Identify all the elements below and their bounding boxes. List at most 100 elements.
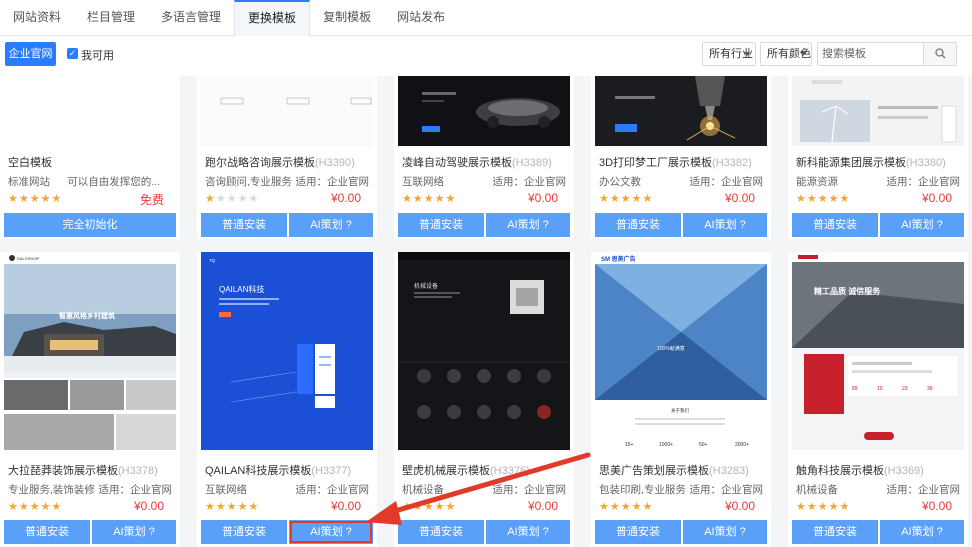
ai-plan-button[interactable]: AI策划 ? <box>880 520 964 544</box>
template-fit: 适用：企业官网 <box>98 484 173 496</box>
company-site-button[interactable]: 企业官网 <box>5 42 56 66</box>
template-name: 思美广告策划展示模板(H3283) <box>599 465 749 477</box>
thumbnail-graphic <box>792 76 964 146</box>
thumbnail-graphic: 机械设备 <box>398 252 570 450</box>
normal-install-button[interactable]: 普通安装 <box>201 213 287 237</box>
template-thumbnail[interactable] <box>595 76 767 146</box>
thumbnail-graphic: DALOSHOP 智惠风格乡村建筑 <box>4 252 176 450</box>
template-fit: 适用：企业官网 <box>492 484 567 496</box>
template-fit: 适用：企业官网 <box>295 176 370 188</box>
card-actions: 完全初始化 <box>4 213 176 237</box>
thumb-stat: 15+ <box>625 442 634 448</box>
template-fit: 适用：企业官网 <box>886 176 961 188</box>
template-thumbnail[interactable]: DALOSHOP 智惠风格乡村建筑 <box>4 252 176 450</box>
template-name: 触角科技展示模板(H3369) <box>796 465 924 477</box>
template-thumbnail[interactable]: SM 思美广告 100%就满意 关于我们 15+ 1000+ 50+ 2000+ <box>595 252 767 450</box>
normal-install-button[interactable]: 普通安装 <box>4 520 90 544</box>
rating-stars: ★★★★★ <box>402 193 457 205</box>
card-actions: 普通安装 AI策划 ? <box>398 213 570 237</box>
template-thumbnail[interactable] <box>792 76 964 146</box>
template-industry: 包装印刷,专业服务 <box>599 484 686 496</box>
thumbnail-graphic: SM 思美广告 100%就满意 关于我们 15+ 1000+ 50+ 2000+ <box>595 252 767 450</box>
card-actions: 普通安装 AI策划 ? <box>4 520 176 544</box>
tab-language-management[interactable]: 多语言管理 <box>148 0 234 35</box>
template-thumbnail[interactable] <box>398 76 570 146</box>
rating-stars: ★★★★★ <box>205 501 260 513</box>
card-actions: 普通安装 AI策划 ? <box>595 213 767 237</box>
template-card: 凌峰自动驾驶展示模板(H3389) 互联网络 适用：企业官网 ★★★★★ ¥0.… <box>394 76 574 239</box>
thumb-stat: 50+ <box>699 442 708 448</box>
chevron-down-icon <box>800 52 806 56</box>
thumbnail-graphic: 精工品质 诚信服务 89 10 23 36 <box>792 252 964 450</box>
tab-copy-template[interactable]: 复制模板 <box>310 0 384 35</box>
card-actions: 普通安装 AI策划 ? <box>595 520 767 544</box>
ai-plan-button[interactable]: AI策划 ? <box>486 213 570 237</box>
template-name: 壁虎机械展示模板(H3376) <box>402 465 530 477</box>
ai-plan-button[interactable]: AI策划 ? <box>92 520 176 544</box>
thumb-stat: 1000+ <box>659 442 673 448</box>
search-input[interactable] <box>818 43 923 65</box>
thumbnail-graphic: 7Q QAILAN科技 <box>201 252 373 450</box>
template-industry: 互联网络 <box>402 176 444 188</box>
normal-install-button[interactable]: 普通安装 <box>595 520 681 544</box>
template-name: 大拉琵莽装饰展示模板(H3378) <box>8 465 158 477</box>
template-card: 3D打印梦工厂展示模板(H3382) 办公文教 适用：企业官网 ★★★★★ ¥0… <box>591 76 771 239</box>
template-card: SM 思美广告 100%就满意 关于我们 15+ 1000+ 50+ 2000+… <box>591 252 771 547</box>
template-industry: 办公文教 <box>599 176 641 188</box>
rating-stars: ★★★★★ <box>599 193 654 205</box>
ai-plan-button-highlighted[interactable]: AI策划 ? <box>289 520 373 544</box>
ai-plan-button[interactable]: AI策划 ? <box>289 213 373 237</box>
normal-install-button[interactable]: 普通安装 <box>201 520 287 544</box>
template-grid: 空白模板 标准网站 可以自由发挥您的... ★★★★★ 免费 完全初始化 跑尔战… <box>0 76 972 547</box>
template-industry: 能源资源 <box>796 176 838 188</box>
template-card: 新科能源集团展示模板(H3380) 能源资源 适用：企业官网 ★★★★★ ¥0.… <box>788 76 968 239</box>
ai-plan-button[interactable]: AI策划 ? <box>486 520 570 544</box>
thumb-logo: SM 思美广告 <box>601 255 636 263</box>
template-price: ¥0.00 <box>330 499 361 513</box>
tab-site-publish[interactable]: 网站发布 <box>384 0 458 35</box>
color-dropdown[interactable]: 所有颜色 <box>760 42 812 66</box>
search-button[interactable] <box>923 43 956 65</box>
my-available-label: 我可用 <box>81 50 114 62</box>
ai-plan-button[interactable]: AI策划 ? <box>880 213 964 237</box>
thumb-stat: 2000+ <box>735 442 749 448</box>
normal-install-button[interactable]: 普通安装 <box>792 213 878 237</box>
tab-change-template[interactable]: 更换模板 <box>234 0 311 37</box>
template-industry: 专业服务,装饰装修 <box>8 484 95 496</box>
ai-plan-button[interactable]: AI策划 ? <box>683 213 767 237</box>
normal-install-button[interactable]: 普通安装 <box>398 213 484 237</box>
normal-install-button[interactable]: 普通安装 <box>595 213 681 237</box>
template-card: 7Q QAILAN科技 QAILAN科技展示模板(H3377) 互联网络 适用：… <box>197 252 377 547</box>
rating-stars: ★★★★★ <box>8 501 63 513</box>
template-thumbnail[interactable]: 机械设备 <box>398 252 570 450</box>
template-fit: 适用：企业官网 <box>689 176 764 188</box>
template-price: ¥0.00 <box>921 499 952 513</box>
template-thumbnail[interactable] <box>4 76 176 146</box>
card-actions: 普通安装 AI策划 ? <box>792 520 964 544</box>
my-available-checkbox[interactable]: ✓ <box>67 48 78 59</box>
card-actions: 普通安装 AI策划 ? <box>201 520 373 544</box>
template-industry: 咨询顾问,专业服务 <box>205 176 292 188</box>
search-icon <box>935 48 946 59</box>
thumb-stat: 36 <box>927 386 933 392</box>
template-search <box>817 42 957 66</box>
rating-stars: ★★★★★ <box>402 501 457 513</box>
template-name: 新科能源集团展示模板(H3380) <box>796 157 946 169</box>
thumb-banner: 100%就满意 <box>657 345 685 352</box>
tab-site-info[interactable]: 网站资料 <box>0 0 74 35</box>
ai-plan-button[interactable]: AI策划 ? <box>683 520 767 544</box>
normal-install-button[interactable]: 普通安装 <box>792 520 878 544</box>
template-industry: 机械设备 <box>402 484 444 496</box>
template-name: 空白模板 <box>8 157 52 169</box>
template-name: QAILAN科技展示模板(H3377) <box>205 465 352 477</box>
template-fit: 可以自由发挥您的... <box>67 176 160 188</box>
industry-dropdown[interactable]: 所有行业 <box>702 42 756 66</box>
full-init-button[interactable]: 完全初始化 <box>4 213 176 237</box>
tab-column-management[interactable]: 栏目管理 <box>74 0 148 35</box>
normal-install-button[interactable]: 普通安装 <box>398 520 484 544</box>
card-actions: 普通安装 AI策划 ? <box>398 520 570 544</box>
template-thumbnail[interactable] <box>201 76 373 146</box>
card-actions: 普通安装 AI策划 ? <box>201 213 373 237</box>
template-thumbnail[interactable]: 7Q QAILAN科技 <box>201 252 373 450</box>
template-thumbnail[interactable]: 精工品质 诚信服务 89 10 23 36 <box>792 252 964 450</box>
